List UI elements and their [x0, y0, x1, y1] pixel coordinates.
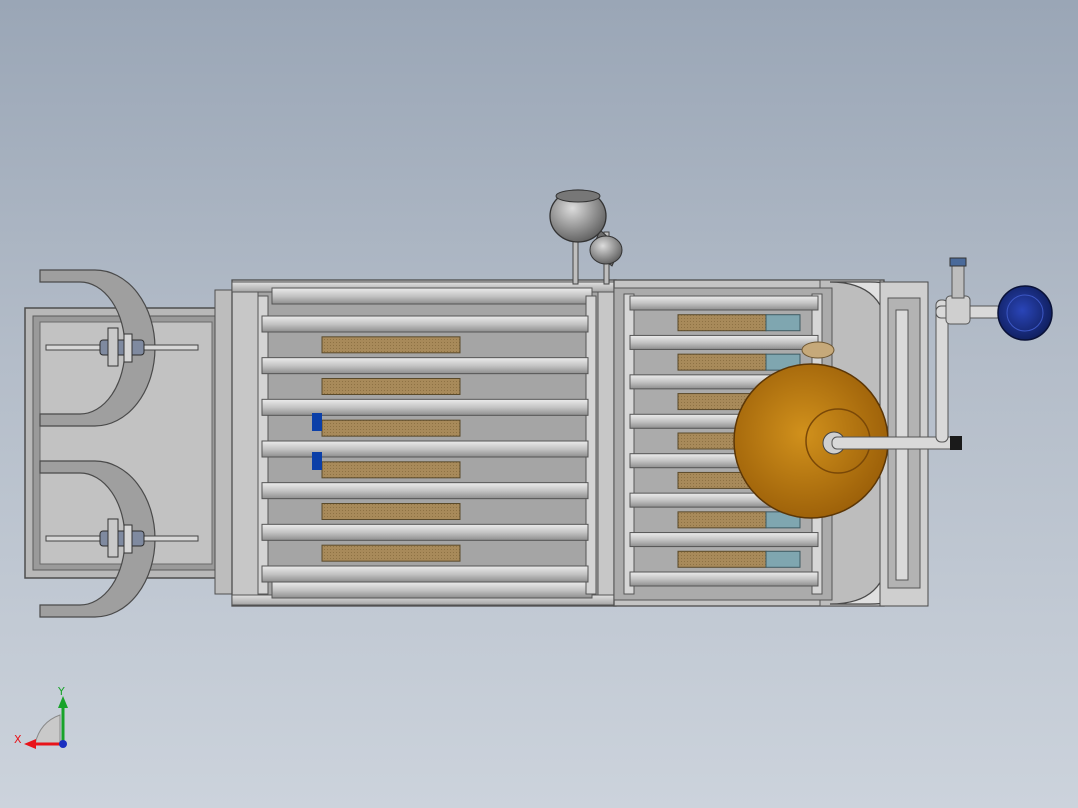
y-axis-label: Y	[58, 685, 65, 698]
right-wood-block	[677, 511, 767, 529]
coordinate-triad	[24, 696, 68, 749]
left-slat	[261, 315, 589, 333]
left-rack-frame	[214, 279, 617, 607]
triad-plane	[34, 714, 61, 745]
pipe-motor-assembly	[935, 257, 1053, 443]
left-slat	[261, 357, 589, 375]
right-slat	[629, 334, 819, 350]
left-wood-block	[321, 378, 461, 395]
left-slat	[261, 565, 589, 583]
left-wood-block	[321, 419, 461, 437]
left-slat	[261, 398, 589, 416]
dome-lamp	[549, 189, 623, 285]
blue-marker-lower	[312, 452, 322, 470]
cad-viewport[interactable]: X Y	[0, 0, 1078, 808]
right-slat	[629, 571, 819, 587]
left-wood-block	[321, 336, 461, 354]
right-wood-block	[677, 550, 767, 568]
right-teal-block	[765, 314, 801, 332]
z-axis-dot	[59, 740, 67, 748]
left-wood-block	[321, 461, 461, 479]
left-slat	[261, 440, 589, 458]
cad-model-topview	[24, 189, 1053, 749]
blue-motor	[997, 285, 1053, 341]
right-slat	[629, 295, 819, 311]
x-axis-label: X	[14, 733, 22, 746]
left-wood-block	[321, 544, 461, 562]
right-wood-block	[677, 353, 767, 371]
right-teal-block	[765, 550, 801, 568]
left-wood-block	[321, 503, 461, 520]
blue-marker-upper	[312, 413, 322, 431]
left-cradle-assembly	[24, 269, 229, 618]
right-wood-block	[677, 314, 767, 332]
left-slat	[261, 523, 589, 541]
right-slat	[629, 532, 819, 548]
left-slat	[261, 482, 589, 500]
